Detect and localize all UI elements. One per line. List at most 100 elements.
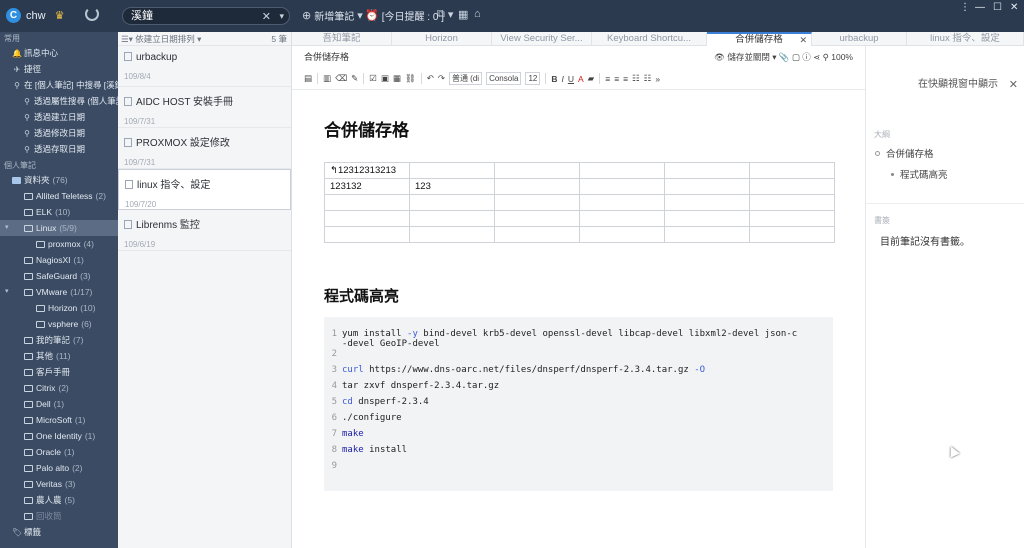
document-body[interactable]: 合併儲存格 ↰12312313213 123132 123 程式碼高亮 1 yum i…: [292, 92, 865, 548]
clear-icon[interactable]: ✕: [262, 9, 271, 25]
more-icon[interactable]: ⋮: [960, 2, 970, 13]
list-item[interactable]: urbackup 109/8/4: [118, 46, 291, 87]
table-cell[interactable]: [749, 178, 835, 195]
table-cell[interactable]: [749, 210, 835, 227]
table-cell[interactable]: [664, 178, 750, 195]
table-cell[interactable]: [409, 210, 495, 227]
align-center-icon[interactable]: ≡: [614, 74, 619, 84]
tab-keyboard-shortcuts[interactable]: Keyboard Shortcu...: [592, 32, 707, 46]
new-note-button[interactable]: ⊕ 新增筆記 ▾: [302, 8, 363, 23]
bold-button[interactable]: B: [551, 74, 557, 84]
table-cell[interactable]: [579, 178, 665, 195]
sidebar-item-search-by-created[interactable]: ⚲ 透過建立日期: [0, 109, 118, 125]
user-menu[interactable]: C chw ♛: [6, 8, 64, 23]
attachment-icon[interactable]: 📎: [779, 52, 790, 62]
table-cell[interactable]: ↰12312313213: [324, 162, 410, 179]
table-cell[interactable]: [664, 162, 750, 179]
table-cell[interactable]: [494, 194, 580, 211]
sidebar-item-search-by-attribute[interactable]: ⚲ 透過屬性搜尋 (個人筆記): [0, 93, 118, 109]
sidebar-folder[interactable]: Veritas (3): [0, 476, 118, 492]
table-cell[interactable]: [409, 226, 495, 243]
sidebar-folder[interactable]: 我的筆記 (7): [0, 332, 118, 348]
sidebar-item-search-by-modified[interactable]: ⚲ 透過修改日期: [0, 125, 118, 141]
table-cell[interactable]: 123: [409, 178, 495, 195]
table-cell[interactable]: [664, 210, 750, 227]
chevron-down-icon[interactable]: ▾: [5, 284, 9, 300]
list-item[interactable]: AIDC HOST 安裝手冊 109/7/31: [118, 87, 291, 128]
sidebar-folder[interactable]: NagiosXI (1): [0, 252, 118, 268]
close-icon[interactable]: ✕: [1009, 79, 1018, 91]
save-and-close-button[interactable]: 儲存並關閉: [727, 52, 770, 62]
tab-view-security[interactable]: View Security Ser...: [492, 32, 592, 46]
sidebar-folder[interactable]: 其他 (11): [0, 348, 118, 364]
paragraph-style-select[interactable]: 普通 (di: [448, 72, 483, 85]
home-button[interactable]: ⌂: [474, 8, 481, 20]
table-cell[interactable]: [579, 226, 665, 243]
sort-dropdown[interactable]: 依建立日期排列: [135, 34, 195, 44]
code-block[interactable]: 1 yum install -y bind-devel krb5-devel op…: [324, 317, 833, 491]
table-cell[interactable]: 123132: [324, 178, 410, 195]
sidebar-folder[interactable]: Horizon (10): [0, 300, 118, 316]
search-icon[interactable]: ⚲: [823, 52, 829, 62]
tab-linux-commands[interactable]: linux 指令、設定: [907, 32, 1024, 46]
font-family-select[interactable]: Consola: [486, 72, 522, 85]
tab-notes-home[interactable]: 吾知筆記: [292, 32, 392, 46]
chevron-down-icon[interactable]: ▾: [5, 220, 9, 236]
link-icon[interactable]: ⛓: [405, 73, 416, 84]
grid-view-button[interactable]: ▦: [458, 8, 468, 21]
table-cell[interactable]: [749, 194, 835, 211]
content-table[interactable]: ↰12312313213 123132 123: [324, 162, 835, 243]
table-cell[interactable]: [409, 194, 495, 211]
sidebar-folder-linux[interactable]: ▾ Linux (5/9): [0, 220, 118, 236]
table-cell[interactable]: [494, 162, 580, 179]
sidebar-folder[interactable]: Oracle (1): [0, 444, 118, 460]
more-icon[interactable]: »: [655, 74, 660, 84]
sidebar-folder[interactable]: Allited Teletess (2): [0, 188, 118, 204]
table-cell[interactable]: [579, 210, 665, 227]
sidebar-folder[interactable]: MicroSoft (1): [0, 412, 118, 428]
outline-item[interactable]: 合併儲存格: [875, 146, 934, 160]
avatar[interactable]: C: [6, 8, 21, 23]
table-cell[interactable]: [409, 162, 495, 179]
sidebar-item-tags[interactable]: 🏷 標籤: [0, 524, 118, 540]
table-cell[interactable]: [494, 210, 580, 227]
tab-urbackup[interactable]: urbackup: [812, 32, 907, 46]
html-icon[interactable]: ▥: [323, 73, 331, 84]
share-icon[interactable]: ⋖: [813, 52, 820, 62]
sidebar-folder[interactable]: 農人農 (5): [0, 492, 118, 508]
list-item-selected[interactable]: linux 指令、設定 109/7/20: [118, 169, 291, 210]
table-cell[interactable]: [324, 194, 410, 211]
chevron-down-icon[interactable]: ▾: [279, 8, 284, 24]
sidebar-folder[interactable]: Citrix (2): [0, 380, 118, 396]
search-input[interactable]: 溪鐘 ✕ ▾: [122, 7, 290, 25]
tab-merge-cells[interactable]: 合併儲存格 ✕: [707, 32, 812, 46]
popup-view-label[interactable]: 在快顯視窗中顯示: [918, 79, 998, 91]
sidebar-folder[interactable]: 客戶手冊: [0, 364, 118, 380]
numbered-list-icon[interactable]: ☷: [644, 73, 652, 84]
table-cell[interactable]: [579, 194, 665, 211]
sidebar-folder[interactable]: One Identity (1): [0, 428, 118, 444]
sidebar-item-search-results[interactable]: ⚲ 在 [個人筆記] 中搜尋 [溪鐘]: [0, 77, 118, 93]
close-icon[interactable]: ✕: [1010, 2, 1018, 13]
export-button[interactable]: ⧉ ▾: [437, 8, 453, 21]
table-cell[interactable]: [324, 210, 410, 227]
highlight-button[interactable]: ▰: [588, 73, 595, 84]
bullet-list-icon[interactable]: ☷: [632, 73, 640, 84]
list-item[interactable]: Librenms 監控 109/6/19: [118, 210, 291, 251]
checkbox-icon[interactable]: ☑: [369, 73, 377, 84]
table-icon[interactable]: ▦: [393, 73, 401, 84]
outline-item[interactable]: 程式碼高亮: [891, 167, 948, 181]
sidebar-folder[interactable]: ELK (10): [0, 204, 118, 220]
table-cell[interactable]: [749, 162, 835, 179]
redo-icon[interactable]: ↷: [438, 73, 445, 84]
align-left-icon[interactable]: ≡: [605, 74, 610, 84]
maximize-icon[interactable]: ☐: [993, 2, 1002, 13]
sidebar-item-search-by-accessed[interactable]: ⚲ 透過存取日期: [0, 141, 118, 157]
table-cell[interactable]: [664, 194, 750, 211]
sync-icon[interactable]: [85, 7, 99, 21]
table-cell[interactable]: [664, 226, 750, 243]
table-cell[interactable]: [579, 162, 665, 179]
sidebar-item-messages[interactable]: 🔔 訊息中心: [0, 45, 118, 61]
format-painter-icon[interactable]: ✎: [351, 73, 358, 84]
sidebar-folder[interactable]: Dell (1): [0, 396, 118, 412]
